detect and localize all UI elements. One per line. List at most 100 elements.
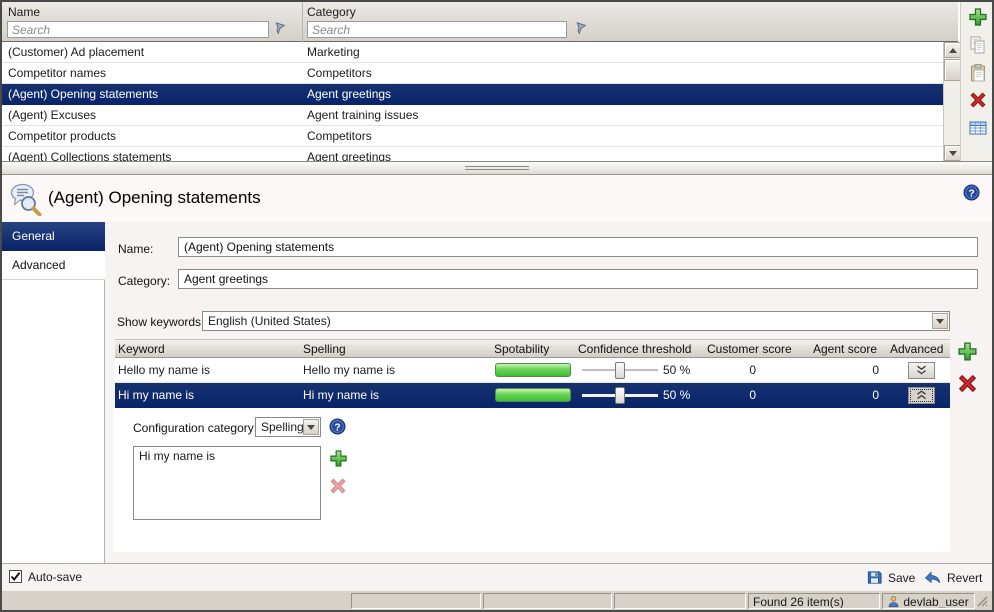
kw-header-customer-score[interactable]: Customer score: [707, 342, 792, 356]
kw-spelling: Hello my name is: [303, 363, 395, 377]
pane-splitter[interactable]: [2, 161, 992, 175]
footer-bar: Auto-save Save Revert: [2, 563, 992, 590]
status-segment-empty: [351, 593, 481, 609]
kw-keyword: Hello my name is: [118, 363, 210, 377]
row-category: Agent greetings: [307, 87, 391, 101]
keyword-row-selected[interactable]: Hi my name is Hi my name is 50 % 0 0: [115, 383, 950, 408]
language-value: English (United States): [208, 314, 331, 328]
name-search-input[interactable]: [7, 21, 269, 38]
scroll-up-button[interactable]: [944, 42, 961, 58]
configuration-category-label: Configuration category:: [133, 421, 257, 435]
keywords-grid: Keyword Spelling Spotability Confidence …: [115, 339, 950, 408]
tab-advanced[interactable]: Advanced: [2, 251, 105, 280]
add-spelling-button green-plus-icon[interactable]: [329, 449, 348, 468]
speech-bubble-magnifier-icon: [9, 182, 43, 216]
copy-button copy-pages-icon[interactable]: [968, 35, 988, 55]
row-category: Competitors: [307, 129, 372, 143]
double-chevron-up-icon: [914, 390, 929, 401]
table-row-selected[interactable]: (Agent) Opening statements Agent greetin…: [2, 84, 943, 105]
configuration-category-dropdown[interactable]: Spellings: [255, 417, 321, 437]
undo-arrow-icon: [923, 570, 942, 586]
floppy-disk-icon: [866, 569, 883, 586]
table-row[interactable]: (Customer) Ad placement Marketing: [2, 42, 943, 63]
confidence-slider-thumb[interactable]: [615, 387, 625, 404]
svg-text:?: ?: [334, 422, 340, 433]
checkmark-icon: [10, 571, 21, 582]
window-resize-grip[interactable]: [976, 595, 989, 608]
application-window: Name Category (Customer) Ad placement Ma…: [0, 0, 994, 612]
kw-header-keyword[interactable]: Keyword: [118, 342, 165, 356]
grid-view-button grid-view-icon[interactable]: [968, 118, 988, 138]
detail-header: (Agent) Opening statements ?: [2, 175, 992, 222]
add-button green-plus-icon[interactable]: [968, 7, 988, 27]
confidence-slider[interactable]: [582, 383, 658, 408]
status-username: devlab_user: [903, 595, 968, 609]
kw-header-agent-score[interactable]: Agent score: [813, 342, 877, 356]
row-category: Agent greetings: [307, 150, 391, 161]
editor-help-button blue-question-icon[interactable]: ?: [329, 418, 346, 435]
delete-button red-x-icon[interactable]: [968, 90, 988, 110]
kw-header-confidence[interactable]: Confidence threshold: [578, 342, 691, 356]
detail-tab-strip: General Advanced: [2, 222, 105, 563]
spellings-listbox[interactable]: Hi my name is: [133, 446, 321, 520]
save-button-label: Save: [888, 571, 915, 585]
detail-body: General Advanced Name: Category: Show ke…: [2, 222, 992, 563]
confidence-slider[interactable]: [582, 358, 658, 383]
row-name: (Agent) Opening statements: [8, 87, 158, 101]
status-user-segment: devlab_user: [882, 593, 975, 609]
add-keyword-button green-plus-icon[interactable]: [957, 341, 978, 362]
help-button blue-question-icon[interactable]: ?: [963, 184, 980, 201]
agent-score-value: 0: [799, 363, 879, 377]
combo-arrow-button[interactable]: [303, 419, 319, 435]
scrollbar-thumb[interactable]: [944, 59, 961, 81]
kw-header-spelling[interactable]: Spelling: [303, 342, 346, 356]
page-title: (Agent) Opening statements: [48, 188, 261, 208]
name-field[interactable]: [178, 237, 978, 257]
status-bar: Found 26 item(s) devlab_user: [2, 590, 992, 610]
column-header-name[interactable]: Name: [8, 5, 40, 19]
table-row[interactable]: (Agent) Collections statements Agent gre…: [2, 147, 943, 161]
kw-header-spotability[interactable]: Spotability: [494, 342, 549, 356]
advanced-expand-button[interactable]: [908, 362, 935, 379]
vertical-scrollbar[interactable]: [943, 42, 960, 161]
keyword-row[interactable]: Hello my name is Hello my name is 50 % 0…: [115, 358, 950, 383]
autosave-checkbox[interactable]: [9, 570, 22, 583]
svg-text:?: ?: [968, 188, 974, 199]
row-category: Competitors: [307, 66, 372, 80]
row-name: (Agent) Excuses: [8, 108, 96, 122]
kw-spelling: Hi my name is: [303, 388, 379, 402]
category-field[interactable]: [178, 269, 978, 289]
delete-keyword-button red-x-icon[interactable]: [956, 372, 979, 395]
confidence-slider-thumb[interactable]: [615, 362, 625, 379]
kw-header-advanced[interactable]: Advanced: [890, 342, 943, 356]
table-header: Name Category: [2, 2, 958, 42]
save-button[interactable]: Save: [866, 568, 915, 587]
delete-spelling-button pale-red-x-icon[interactable]: [328, 476, 348, 496]
customer-score-value: 0: [676, 363, 756, 377]
combo-arrow-button[interactable]: [932, 313, 948, 329]
tab-general[interactable]: General: [2, 222, 105, 251]
table-row[interactable]: Competitor names Competitors: [2, 63, 943, 84]
name-filter-funnel-icon[interactable]: [272, 22, 288, 37]
column-header-category[interactable]: Category: [307, 5, 356, 19]
splitter-grip[interactable]: [465, 166, 529, 171]
scroll-down-button[interactable]: [944, 145, 961, 161]
customer-score-value: 0: [676, 388, 756, 402]
person-icon: [887, 595, 900, 608]
paste-button clipboard-paste-icon[interactable]: [968, 63, 988, 83]
language-combobox[interactable]: English (United States): [202, 311, 950, 331]
row-name: (Customer) Ad placement: [8, 45, 144, 59]
agent-score-value: 0: [799, 388, 879, 402]
row-name: (Agent) Collections statements: [8, 150, 171, 161]
category-filter-funnel-icon[interactable]: [573, 22, 589, 37]
advanced-collapse-button[interactable]: [908, 387, 935, 404]
keywords-grid-header: Keyword Spelling Spotability Confidence …: [115, 339, 950, 358]
revert-button[interactable]: Revert: [923, 568, 982, 587]
spelling-item[interactable]: Hi my name is: [134, 447, 320, 465]
name-field-label: Name:: [118, 242, 153, 256]
table-row[interactable]: (Agent) Excuses Agent training issues: [2, 105, 943, 126]
table-row[interactable]: Competitor products Competitors: [2, 126, 943, 147]
keyword-groups-pane: Name Category (Customer) Ad placement Ma…: [2, 2, 992, 161]
down-arrow-icon: [936, 319, 944, 324]
category-search-input[interactable]: [307, 21, 567, 38]
